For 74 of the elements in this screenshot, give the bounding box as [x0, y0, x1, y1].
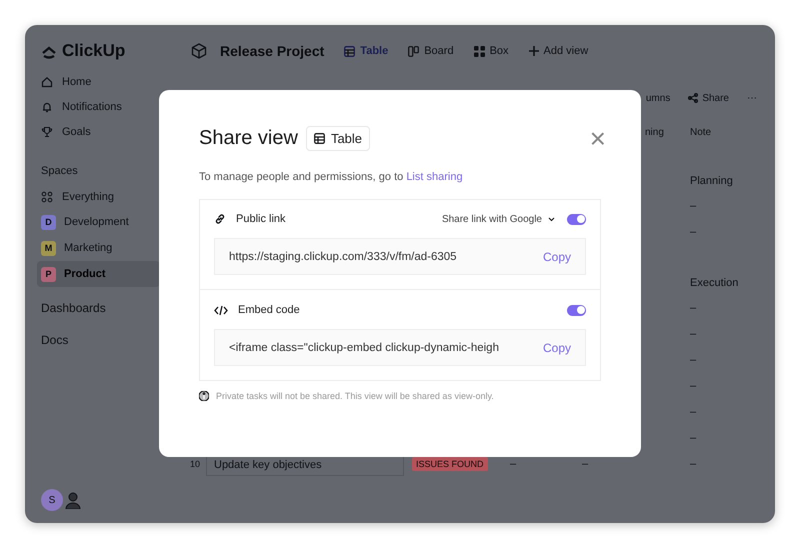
bell-icon — [41, 100, 53, 112]
view-chip: Table — [306, 126, 370, 151]
board-icon — [408, 46, 420, 56]
space-avatar: M — [41, 240, 56, 256]
dialog-title: Share view — [199, 127, 298, 150]
code-icon — [214, 304, 228, 316]
space-avatar: D — [41, 214, 56, 230]
table-cell-text: – — [690, 226, 698, 238]
project-title: Release Project — [220, 43, 324, 59]
table-cell-text: – — [582, 458, 590, 470]
nav-item[interactable]: Home — [41, 69, 160, 94]
intro-text: To manage people and permissions, go to List sharing — [199, 171, 464, 183]
column-header: Note — [690, 126, 712, 138]
grid-icon — [474, 46, 485, 56]
column-header: ning — [644, 126, 665, 138]
space-name: Marketing — [64, 242, 112, 254]
trophy-icon — [41, 126, 53, 138]
table-icon — [344, 46, 356, 56]
cube-icon — [190, 42, 208, 60]
share-button[interactable]: Share — [688, 92, 729, 104]
share-url-field[interactable]: <iframe class="clickup-embed clickup-dynamic-heigh Copy — [214, 329, 586, 366]
app-logo: ClickUp — [62, 41, 126, 61]
nav-item[interactable]: Everything — [41, 184, 160, 209]
nav-item[interactable]: Dashboards — [41, 297, 160, 319]
space-item[interactable]: P Product — [37, 261, 160, 287]
view-tab[interactable]: Add view — [528, 45, 588, 57]
home-icon — [41, 76, 53, 88]
status-badge: ISSUES FOUND — [412, 457, 488, 471]
more-button[interactable]: ⋯ — [747, 92, 757, 104]
group-label: Planning — [690, 175, 734, 187]
section-label: Embed code — [238, 304, 300, 316]
space-item[interactable]: D Development — [37, 209, 160, 235]
chevron-down-icon — [548, 216, 555, 222]
nav-item[interactable]: Docs — [41, 329, 160, 351]
table-cell-text: – — [690, 432, 698, 444]
footnote-text: Private tasks will not be shared. This view will be shared as view-only. — [216, 391, 494, 401]
view-tab[interactable]: Board — [408, 45, 454, 57]
view-tab[interactable]: Box — [474, 45, 509, 57]
table-cell-text: – — [690, 302, 698, 314]
info-icon — [199, 391, 209, 401]
table-cell-text: – — [690, 458, 698, 470]
group-label: Execution — [690, 277, 740, 289]
columns-button[interactable]: umns — [646, 92, 670, 104]
nav-item[interactable]: Goals — [41, 119, 160, 144]
table-icon — [314, 133, 325, 144]
copy-button[interactable]: Copy — [542, 340, 571, 354]
view-tab[interactable]: Table — [344, 45, 388, 57]
row-number: 10 — [190, 459, 200, 469]
copy-button[interactable]: Copy — [542, 250, 571, 264]
share-option-dropdown[interactable]: Share link with Google — [442, 214, 555, 224]
nav-item[interactable]: Notifications — [41, 94, 160, 119]
section-label: Public link — [236, 213, 286, 225]
toggle-switch[interactable] — [567, 214, 586, 224]
toggle-switch[interactable] — [567, 304, 586, 316]
section-heading: Spaces — [41, 164, 79, 179]
space-avatar: P — [41, 266, 56, 282]
space-name: Development — [64, 216, 129, 228]
table-cell-text: – — [690, 328, 698, 340]
plus-icon — [528, 46, 539, 56]
share-url-field[interactable]: https://staging.clickup.com/333/v/fm/ad-6305 Copy — [214, 238, 586, 275]
share-icon — [688, 93, 698, 103]
space-item[interactable]: M Marketing — [37, 235, 160, 261]
person-icon — [65, 491, 81, 509]
table-cell-text: – — [690, 354, 698, 366]
grid-icon — [41, 190, 53, 202]
list-sharing-link[interactable]: List sharing — [406, 171, 463, 183]
table-cell-text: – — [690, 200, 698, 212]
table-cell-text: – — [510, 458, 518, 470]
link-icon — [214, 213, 226, 225]
table-cell-text: – — [690, 380, 698, 392]
space-name: Product — [64, 268, 106, 280]
close-button[interactable]: × — [590, 128, 606, 148]
table-cell-text: – — [690, 406, 698, 418]
user-avatar[interactable]: S — [41, 489, 63, 511]
